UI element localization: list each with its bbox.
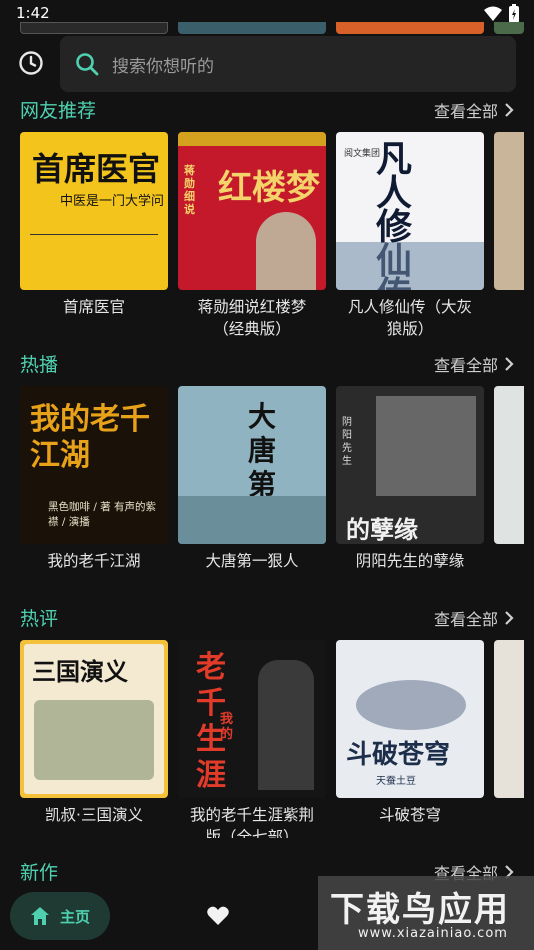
see-all-label: 查看全部 <box>433 102 498 121</box>
book-cover-peek[interactable] <box>494 132 524 290</box>
search-placeholder: 搜索你想听的 <box>112 56 214 77</box>
book-cover[interactable]: 红楼梦 蒋勋 细说 <box>178 132 326 290</box>
chevron-right-icon <box>505 611 514 625</box>
peek-cover <box>494 22 524 34</box>
peek-cover <box>336 22 484 34</box>
nav-home-label: 主页 <box>59 907 90 926</box>
status-icons <box>484 4 520 24</box>
see-all-reviews[interactable]: 查看全部 <box>434 606 514 630</box>
book-cover[interactable]: 首席医官 中医是一门大学问 <box>20 132 168 290</box>
cover-title: 红楼梦 <box>218 168 320 208</box>
book-title: 大唐第一狠人 <box>205 552 299 570</box>
peek-cover <box>178 22 326 34</box>
book-title: 首席医官 <box>62 298 125 316</box>
book-title: 蒋勋细说红楼梦 （经典版） <box>197 298 307 338</box>
cover-decoration <box>30 234 158 278</box>
book-cover[interactable]: 阅文集团 凡人修仙传 <box>336 132 484 290</box>
section-title-hot: 热播 <box>20 354 59 376</box>
search-icon <box>76 53 99 76</box>
book-title: 我的老千江湖 <box>47 552 141 570</box>
cover-subtitle: 阴阳先生 <box>342 417 352 467</box>
heart-icon[interactable] <box>206 904 230 928</box>
cover-decoration <box>376 396 476 496</box>
book-title: 凯叔·三国演义 <box>45 806 143 824</box>
chevron-right-icon <box>505 103 514 117</box>
section-title-reviews: 热评 <box>20 608 59 630</box>
cover-title: 我的老千江湖 <box>30 402 150 473</box>
book-cover[interactable]: 老千生涯 我的 <box>178 640 326 798</box>
see-all-hot[interactable]: 查看全部 <box>434 352 514 376</box>
cover-figure <box>258 660 314 790</box>
book-title: 阴阳先生的孽缘 <box>355 552 465 570</box>
see-all-label: 查看全部 <box>433 610 498 629</box>
cover-portrait <box>256 212 316 290</box>
cover-illustration <box>34 700 154 780</box>
book-cover[interactable]: 阴阳先生 的孽缘 <box>336 386 484 544</box>
cover-subtitle: 我的 <box>220 712 234 742</box>
cover-subtitle: 中医是一门大学问 <box>60 194 165 209</box>
see-all-label: 查看全部 <box>433 356 498 375</box>
cover-title: 首席医官 <box>32 150 161 188</box>
watermark: 下载鸟应用 www.xiazainiao.com <box>318 876 534 950</box>
watermark-url: www.xiazainiao.com <box>358 926 508 941</box>
section-title-new: 新作 <box>20 862 59 884</box>
cover-decoration <box>178 132 326 146</box>
wifi-icon <box>484 6 502 21</box>
cover-subtitle: 黑色咖啡 / 著 有声的紫襟 / 演播 <box>48 501 157 528</box>
home-icon <box>30 907 49 925</box>
cover-subtitle: 蒋勋 细说 <box>184 164 195 216</box>
search-input[interactable]: 搜索你想听的 <box>60 36 516 92</box>
cover-decoration <box>356 680 466 730</box>
book-title: 斗破苍穹 <box>378 806 441 824</box>
previous-row-peek <box>0 22 534 34</box>
cover-title: 三国演义 <box>32 657 128 686</box>
see-all-recommended[interactable]: 查看全部 <box>434 98 514 122</box>
book-cover[interactable]: 大唐第一狠人 <box>178 386 326 544</box>
watermark-main-text: 下载鸟应用 <box>330 890 510 930</box>
clock-icon <box>19 51 43 75</box>
cover-title: 斗破苍穹 <box>346 740 451 770</box>
book-cover[interactable]: 三国演义 <box>20 640 168 798</box>
cover-decoration <box>178 496 326 544</box>
history-button[interactable] <box>14 46 48 80</box>
book-cover[interactable]: 我的老千江湖 黑色咖啡 / 著 有声的紫襟 / 演播 <box>20 386 168 544</box>
cover-title: 的孽缘 <box>346 515 418 544</box>
book-cover-peek[interactable] <box>494 386 524 544</box>
peek-cover <box>20 22 168 34</box>
status-time: 1:42 <box>16 4 50 22</box>
battery-icon <box>509 4 519 23</box>
chevron-right-icon <box>505 357 514 371</box>
book-cover-peek[interactable] <box>494 640 524 798</box>
cover-decoration <box>336 242 484 290</box>
book-title: 我的老千生涯紫荆 版（全七部） <box>189 806 314 838</box>
book-title: 凡人修仙传（大灰 狼版） <box>347 298 472 338</box>
cover-subtitle: 阅文集团 <box>344 149 381 159</box>
cover-subtitle: 天蚕土豆 <box>376 776 416 787</box>
nav-home-tab[interactable]: 主页 <box>10 892 110 940</box>
section-title-recommended: 网友推荐 <box>20 100 97 122</box>
book-cover[interactable]: 斗破苍穹 天蚕土豆 <box>336 640 484 798</box>
